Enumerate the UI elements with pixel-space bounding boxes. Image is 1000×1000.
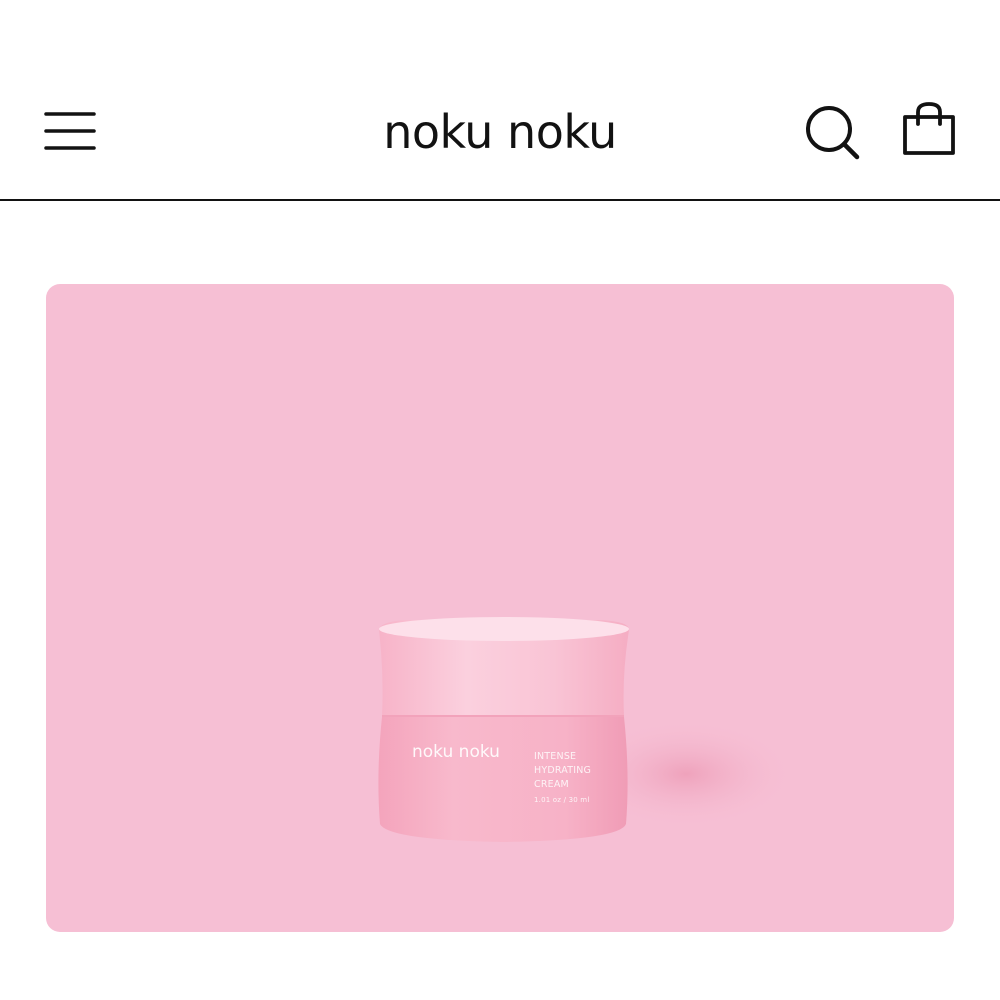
menu-button[interactable] <box>40 104 100 158</box>
search-button[interactable] <box>800 102 864 162</box>
product-label-text: INTENSE HYDRATING CREAM 1.01 oz / 30 ml <box>534 750 624 806</box>
product-jar-illustration <box>378 617 796 842</box>
product-name-line-2: HYDRATING <box>534 765 592 776</box>
product-size-label: 1.01 oz / 30 ml <box>534 796 590 804</box>
product-brand-label: noku noku <box>412 742 500 762</box>
product-name-line-1: INTENSE <box>534 751 577 762</box>
search-icon <box>800 106 864 166</box>
brand-logo-link[interactable]: noku noku <box>300 100 700 164</box>
hero-product-image[interactable]: noku noku INTENSE HYDRATING CREAM 1.01 o… <box>46 284 954 932</box>
cart-button[interactable] <box>896 100 962 162</box>
site-header: noku noku <box>0 0 1000 201</box>
product-name-line-3: CREAM <box>534 779 569 790</box>
page: noku noku noku noku INTENSE HYDRATING CR… <box>0 0 1000 1000</box>
hamburger-menu-icon <box>40 104 100 158</box>
shopping-bag-icon <box>896 102 962 166</box>
